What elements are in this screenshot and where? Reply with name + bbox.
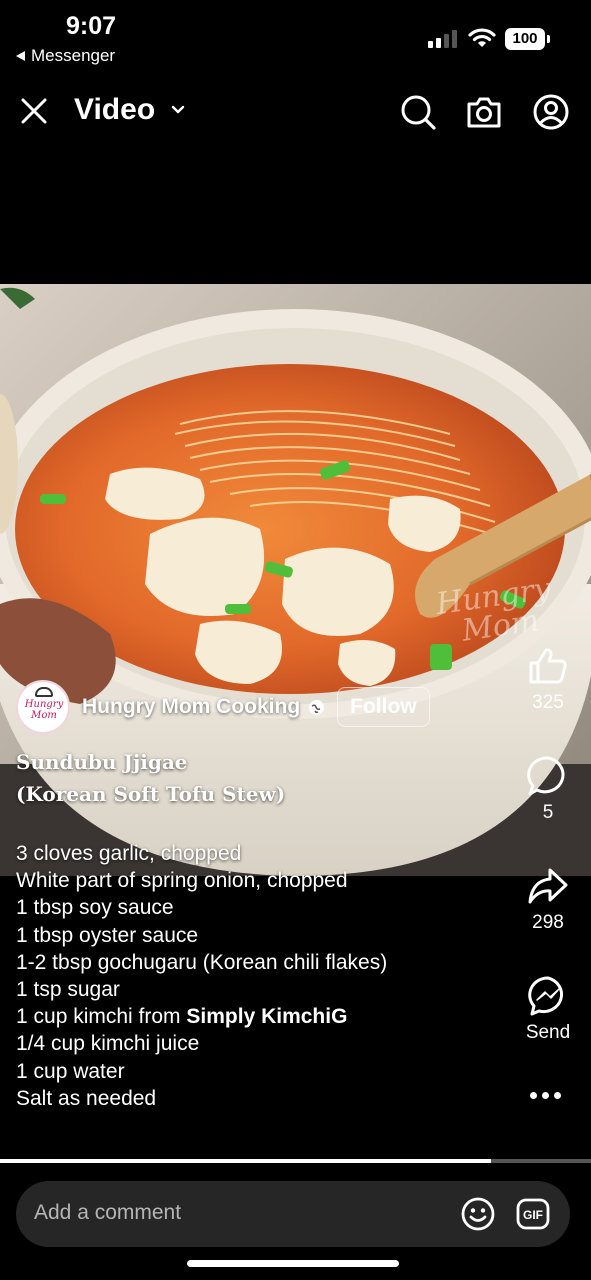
status-bar: 9:07 Messenger 100 <box>0 0 591 75</box>
svg-text:GIF: GIF <box>523 1208 543 1222</box>
messenger-icon <box>528 976 564 1016</box>
back-to-app-link[interactable]: Messenger <box>16 46 115 66</box>
battery-nub <box>547 35 550 43</box>
send-label: Send <box>525 1022 571 1043</box>
globe-icon <box>309 699 325 715</box>
author-name[interactable]: Hungry Mom Cooking <box>82 695 300 719</box>
cellular-signal-icon <box>428 30 457 48</box>
comment-button[interactable]: 5 <box>518 754 578 824</box>
camera-icon[interactable] <box>464 92 504 132</box>
comment-input[interactable]: Add a comment <box>34 1201 181 1225</box>
ingredient-line: 1 tbsp soy sauce <box>16 896 174 920</box>
chef-hat-icon <box>35 687 53 697</box>
wifi-icon <box>468 28 496 47</box>
ingredient-line: 1 cup water <box>16 1059 125 1083</box>
page-title[interactable]: Video <box>74 93 155 127</box>
send-button[interactable]: Send <box>518 974 578 1044</box>
emoji-icon[interactable] <box>460 1196 496 1232</box>
home-indicator[interactable] <box>187 1260 399 1267</box>
video-progress-bar[interactable] <box>0 1159 591 1163</box>
ingredient-line: 1 tbsp oyster sauce <box>16 923 199 947</box>
caption-title-line2: (Korean Soft Tofu Stew) <box>16 782 286 806</box>
avatar[interactable]: Hungry Mom <box>16 680 70 734</box>
comment-bar: Add a comment GIF <box>16 1181 570 1247</box>
gif-icon[interactable]: GIF <box>515 1196 551 1232</box>
video-top-bar: Video <box>0 80 591 142</box>
back-app-label: Messenger <box>31 46 116 65</box>
back-triangle-icon <box>16 51 25 61</box>
ingredient-line: Salt as needed <box>16 1086 157 1110</box>
kimchi-prefix: 1 cup kimchi from <box>16 1005 187 1029</box>
caption-title: Sundubu Jjigae (Korean Soft Tofu Stew) <box>16 746 285 810</box>
comment-bubble-icon <box>527 756 565 796</box>
author-row: Hungry Mom Hungry Mom Cooking Follow <box>16 680 430 734</box>
share-count: 298 <box>532 912 564 933</box>
caption-ingredients[interactable]: 3 cloves garlic, chopped White part of s… <box>16 840 387 1112</box>
battery-indicator: 100 <box>505 28 545 50</box>
share-button[interactable]: 298 <box>518 864 578 934</box>
share-arrow-icon <box>528 868 568 904</box>
ingredient-line: 1 tsp sugar <box>16 978 120 1002</box>
avatar-logo-text: Hungry Mom <box>24 699 64 721</box>
video-progress-fill <box>0 1159 491 1163</box>
profile-icon[interactable] <box>531 92 571 132</box>
kimchi-brand: Simply KimchiG <box>186 1005 348 1029</box>
comment-count: 5 <box>542 802 554 823</box>
follow-button[interactable]: Follow <box>337 687 430 727</box>
ingredient-line-kimchi: 1 cup kimchi from Simply KimchiG <box>16 1003 387 1030</box>
like-count: 325 <box>532 692 564 713</box>
ingredient-line: 1-2 tbsp gochugaru (Korean chili flakes) <box>16 950 388 974</box>
status-time: 9:07 <box>66 12 117 40</box>
close-icon[interactable] <box>18 95 50 127</box>
ingredient-line: 3 cloves garlic, chopped <box>16 842 242 865</box>
more-options-icon[interactable] <box>530 1092 561 1099</box>
caption-title-line1: Sundubu Jjigae <box>16 750 188 774</box>
chevron-down-icon[interactable] <box>170 102 186 118</box>
ingredient-line: 1/4 cup kimchi juice <box>16 1032 200 1056</box>
search-icon[interactable] <box>398 92 438 132</box>
like-button[interactable]: 325 <box>518 644 578 714</box>
ingredient-line: White part of spring onion, chopped <box>16 869 348 893</box>
thumbs-up-icon <box>529 648 567 684</box>
